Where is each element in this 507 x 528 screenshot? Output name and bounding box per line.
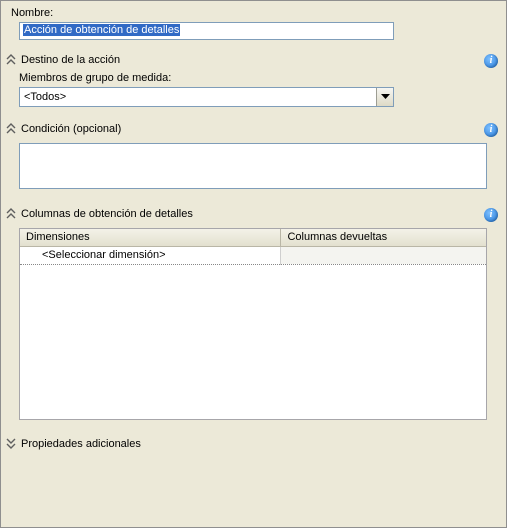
section-header-propiedades[interactable]: Propiedades adicionales — [1, 434, 506, 454]
columns-table: Dimensiones Columnas devueltas <Seleccio… — [20, 229, 486, 265]
table-header-row: Dimensiones Columnas devueltas — [20, 229, 486, 246]
section-title-destino: Destino de la acción — [21, 54, 120, 66]
info-icon[interactable] — [484, 208, 498, 222]
collapse-icon — [6, 54, 16, 66]
columns-grid: Dimensiones Columnas devueltas <Seleccio… — [19, 228, 487, 420]
section-header-destino[interactable]: Destino de la acción — [1, 50, 506, 70]
cell-returned[interactable] — [281, 246, 486, 264]
name-input[interactable]: Acción de obtención de detalles — [19, 22, 394, 40]
name-section: Nombre: Acción de obtención de detalles — [1, 1, 506, 40]
miembros-label: Miembros de grupo de medida: — [19, 72, 496, 84]
section-body-destino: Miembros de grupo de medida: <Todos> — [1, 70, 506, 115]
cell-dimension[interactable]: <Seleccionar dimensión> — [20, 246, 281, 264]
table-row[interactable]: <Seleccionar dimensión> — [20, 246, 486, 264]
section-title-propiedades: Propiedades adicionales — [21, 438, 141, 450]
info-icon[interactable] — [484, 54, 498, 68]
name-label: Nombre: — [11, 7, 496, 19]
section-title-condicion: Condición (opcional) — [21, 123, 121, 135]
section-header-condicion[interactable]: Condición (opcional) — [1, 119, 506, 139]
section-body-condicion — [1, 139, 506, 200]
section-header-columnas[interactable]: Columnas de obtención de detalles — [1, 204, 506, 224]
section-body-columnas: Dimensiones Columnas devueltas <Seleccio… — [1, 224, 506, 428]
collapse-icon — [6, 208, 16, 220]
name-input-value: Acción de obtención de detalles — [23, 24, 180, 36]
col-header-dimensiones[interactable]: Dimensiones — [20, 229, 281, 246]
action-dialog: Nombre: Acción de obtención de detalles … — [0, 0, 507, 528]
dropdown-button[interactable] — [376, 88, 393, 106]
miembros-combo-value: <Todos> — [20, 91, 376, 103]
miembros-combo[interactable]: <Todos> — [19, 87, 394, 107]
info-icon[interactable] — [484, 123, 498, 137]
chevron-down-icon — [381, 94, 390, 100]
condicion-textarea[interactable] — [19, 143, 487, 189]
collapse-icon — [6, 123, 16, 135]
col-header-devueltas[interactable]: Columnas devueltas — [281, 229, 486, 246]
expand-icon — [6, 438, 16, 450]
section-title-columnas: Columnas de obtención de detalles — [21, 208, 193, 220]
